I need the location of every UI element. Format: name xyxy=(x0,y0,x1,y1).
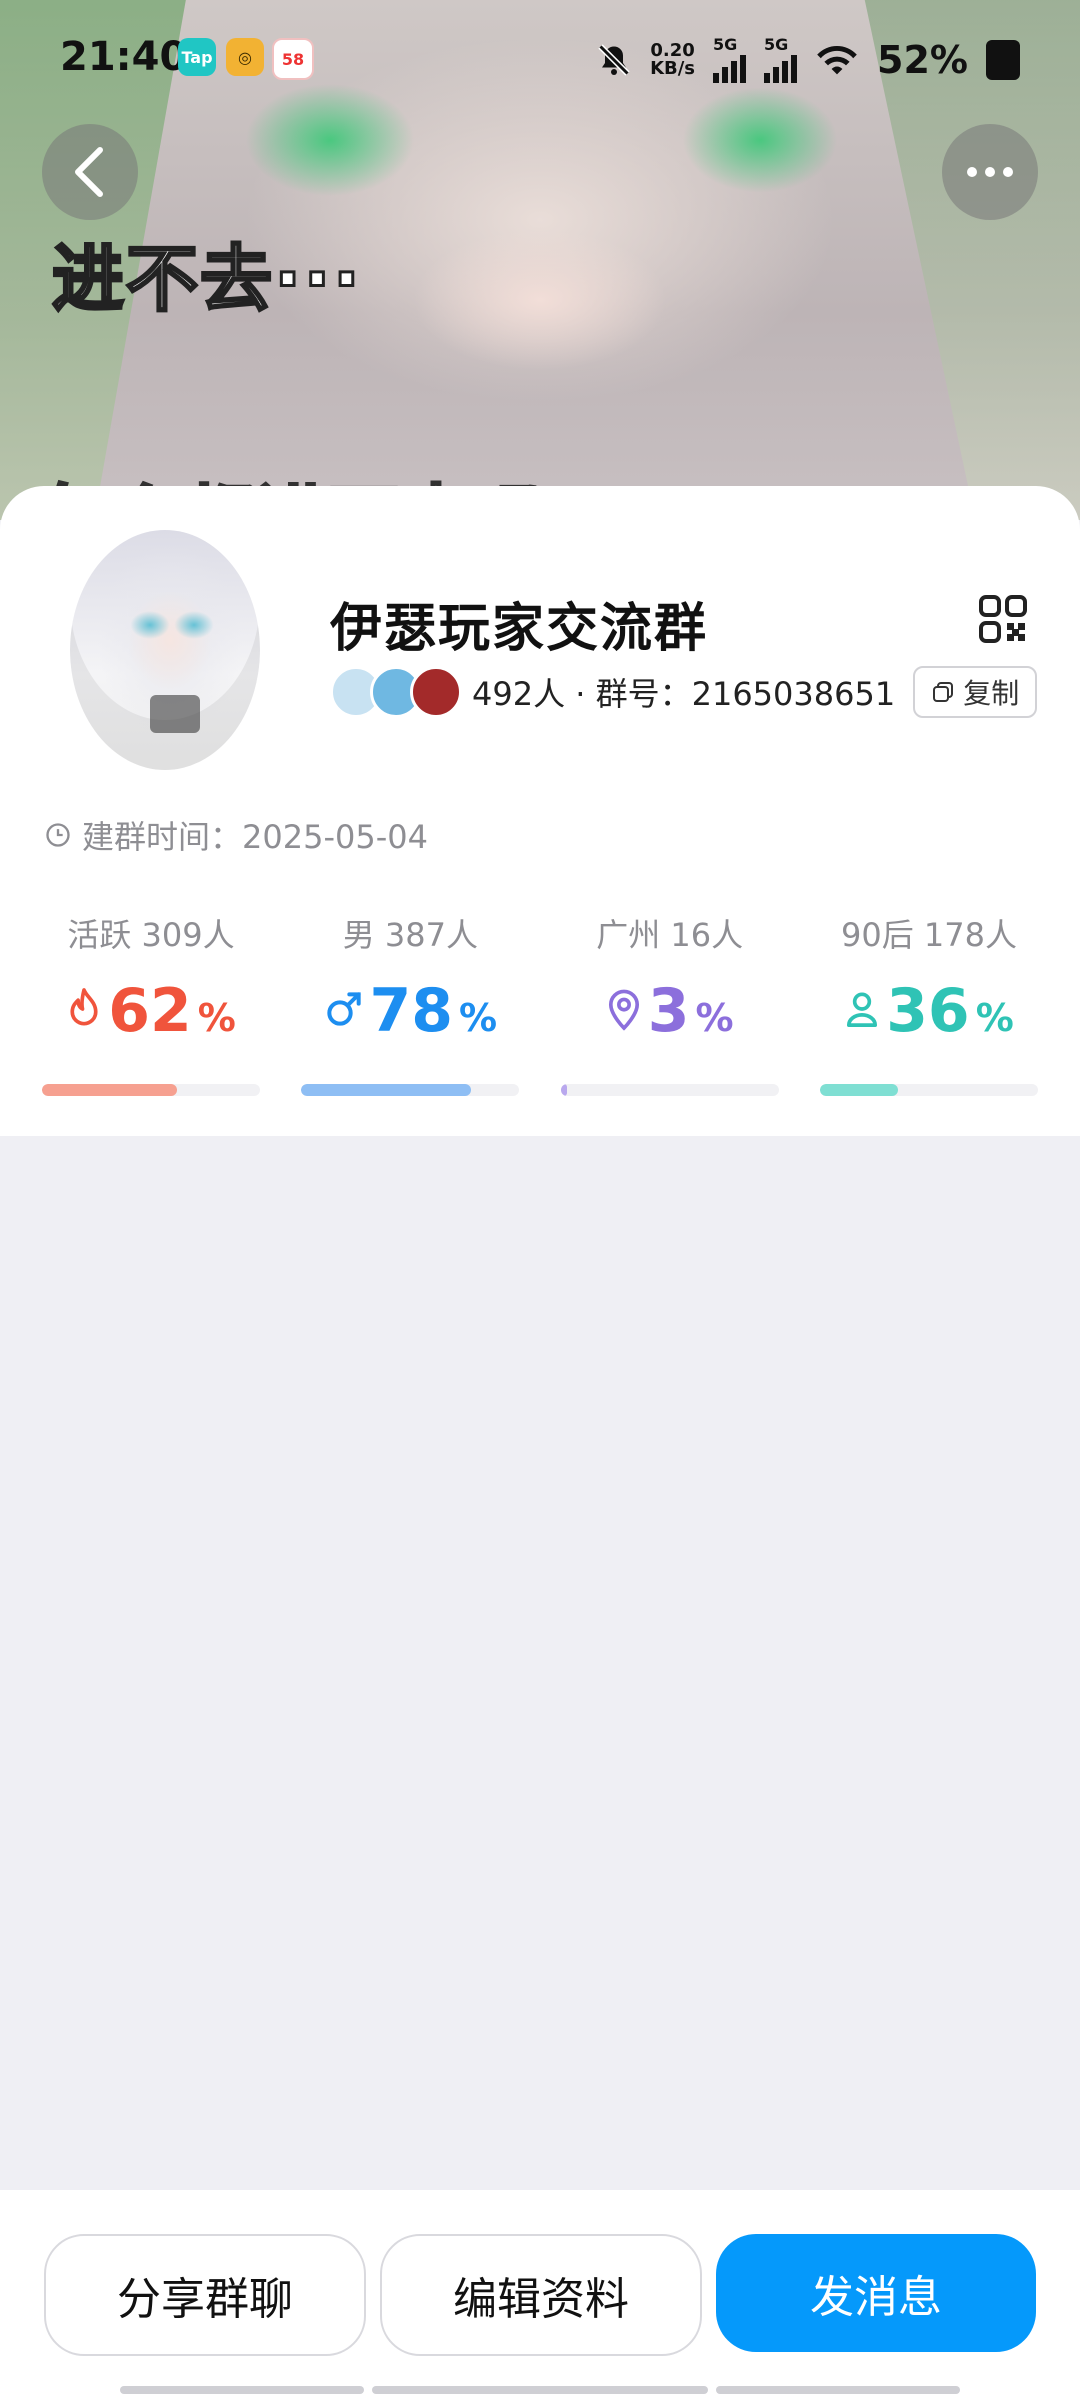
stat-percent: 3 xyxy=(647,976,690,1046)
created-date: 建群时间：2025-05-04 xyxy=(82,818,428,856)
copy-group-id-button[interactable]: 复制 xyxy=(913,666,1038,718)
stat-progress-fill xyxy=(301,1084,472,1096)
clock: 21:40 xyxy=(60,34,188,80)
male-icon xyxy=(326,992,361,1026)
cell-signal-1: 5G xyxy=(713,37,747,83)
location-pin-icon xyxy=(608,989,639,1031)
battery-percent: 52% xyxy=(877,38,968,82)
created-date-row: 建群时间：2025-05-04 xyxy=(44,812,428,858)
copy-label: 复制 xyxy=(963,677,1020,710)
stat-unit: % xyxy=(975,996,1014,1040)
stat-location[interactable]: 广州 16人 3 % xyxy=(560,910,779,1096)
member-avatar xyxy=(410,666,462,718)
member-info-row: 492人 · 群号：2165038651 复制 xyxy=(330,664,1038,720)
stat-percent: 78 xyxy=(369,976,454,1046)
stat-value-row: 62 % xyxy=(66,976,236,1046)
net-speed: 0.20 KB/s xyxy=(650,40,696,79)
share-group-button[interactable]: 分享群聊 xyxy=(44,2234,366,2356)
clock-icon xyxy=(46,823,70,847)
status-bar: 21:40 Tap ◎ 58 0.20 KB/s 5G 5G 52% xyxy=(0,0,1080,120)
stat-progress-bar xyxy=(560,1084,779,1096)
stat-unit: % xyxy=(197,996,236,1040)
stat-progress-fill xyxy=(42,1084,178,1096)
stat-label: 男 387人 xyxy=(342,916,478,954)
send-message-button[interactable]: 发消息 xyxy=(716,2234,1036,2352)
stat-unit: % xyxy=(459,996,498,1040)
stat-active[interactable]: 活跃 309人 62 % xyxy=(42,910,260,1096)
stat-progress-fill xyxy=(819,1084,899,1096)
member-avatars[interactable] xyxy=(330,666,462,718)
stat-label: 广州 16人 xyxy=(596,916,744,954)
stat-progress-bar xyxy=(42,1084,260,1096)
member-count-and-group-id: 492人 · 群号：2165038651 xyxy=(472,675,896,713)
58-app-icon: 58 xyxy=(272,38,314,80)
bottom-action-bar: 分享群聊 编辑资料 发消息 xyxy=(0,2190,1080,2400)
nav-gesture-bar xyxy=(716,2386,960,2394)
flame-icon xyxy=(70,988,98,1026)
taptap-app-icon: Tap xyxy=(178,38,216,76)
qr-code-icon xyxy=(979,595,1027,643)
person-icon xyxy=(847,992,878,1027)
qr-code-button[interactable] xyxy=(978,594,1028,644)
stat-percent: 36 xyxy=(886,976,970,1046)
more-dots-icon xyxy=(967,167,1013,177)
cell-signal-2: 5G xyxy=(764,37,798,83)
group-name: 伊瑟玩家交流群 xyxy=(330,599,709,659)
nav-gesture-bar xyxy=(120,2386,364,2394)
stat-percent: 62 xyxy=(108,976,192,1046)
banner-caption: 进不去··· xyxy=(50,236,363,323)
edit-profile-button[interactable]: 编辑资料 xyxy=(380,2234,702,2356)
app-notification-icon: ◎ xyxy=(226,38,264,76)
group-stats: 活跃 309人 62 % 男 387人 78 % 广州 16人 3 % 90后 … xyxy=(42,910,1038,1096)
chevron-left-icon xyxy=(75,147,103,197)
stat-progress-bar xyxy=(819,1084,1038,1096)
wifi-icon xyxy=(817,45,857,75)
copy-icon xyxy=(933,682,954,702)
stat-value-row: 78 % xyxy=(324,976,498,1046)
back-button[interactable] xyxy=(42,124,138,220)
stat-value-row: 36 % xyxy=(844,976,1014,1046)
more-options-button[interactable] xyxy=(942,124,1038,220)
stat-progress-fill xyxy=(560,1084,568,1096)
group-avatar[interactable] xyxy=(70,530,260,770)
stat-value-row: 3 % xyxy=(606,976,734,1046)
stat-progress-bar xyxy=(301,1084,520,1096)
mute-bell-icon xyxy=(598,44,630,76)
battery-icon xyxy=(986,40,1020,80)
stat-label: 活跃 309人 xyxy=(67,916,235,954)
status-indicators: 0.20 KB/s 5G 5G 52% xyxy=(596,30,1020,90)
stat-gender[interactable]: 男 387人 78 % xyxy=(301,910,520,1096)
stat-unit: % xyxy=(695,996,734,1040)
stat-label: 90后 178人 xyxy=(840,916,1017,954)
stat-age[interactable]: 90后 178人 36 % xyxy=(819,910,1038,1096)
nav-gesture-bar xyxy=(372,2386,708,2394)
